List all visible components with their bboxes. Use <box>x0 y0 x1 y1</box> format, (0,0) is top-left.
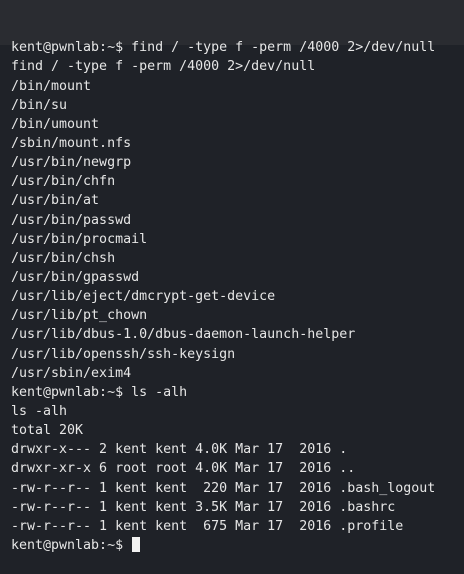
terminal-line: /usr/bin/gpasswd <box>11 270 140 285</box>
terminal-line: /usr/lib/openssh/ssh-keysign <box>11 346 236 362</box>
terminal-line: /sbin/mount.nfs <box>11 136 132 152</box>
prompt: kent@pwnlab:~$ <box>11 537 132 553</box>
terminal-line: /usr/bin/newgrp <box>11 155 132 171</box>
terminal-output[interactable]: kent@pwnlab:~$ find / -type f -perm /400… <box>11 0 435 574</box>
terminal-line: ls -alh <box>11 403 68 419</box>
terminal-line: /bin/su <box>11 97 68 113</box>
terminal-line: kent@pwnlab:~$ find / -type f -perm /400… <box>11 40 436 56</box>
terminal-line: drwxr-x--- 2 kent kent 4.0K Mar 17 2016 … <box>11 442 348 458</box>
terminal-line: /bin/umount <box>11 116 100 132</box>
terminal-line: /usr/bin/passwd <box>11 212 132 228</box>
terminal-line: /usr/lib/dbus-1.0/dbus-daemon-launch-hel… <box>11 327 356 343</box>
terminal-prompt-line[interactable]: kent@pwnlab:~$ <box>11 536 435 555</box>
terminal-line: /usr/bin/chfn <box>11 174 116 190</box>
terminal-line: drwxr-xr-x 6 root root 4.0K Mar 17 2016 … <box>11 461 356 477</box>
terminal-line: /usr/bin/at <box>11 193 100 209</box>
terminal-line: -rw-r--r-- 1 kent kent 675 Mar 17 2016 .… <box>11 518 404 534</box>
terminal-line: -rw-r--r-- 1 kent kent 3.5K Mar 17 2016 … <box>11 499 396 515</box>
cursor <box>132 536 141 552</box>
terminal-line: total 20K <box>11 423 84 439</box>
terminal-line: /usr/lib/eject/dmcrypt-get-device <box>11 289 276 305</box>
terminal-line: /usr/bin/procmail <box>11 231 148 247</box>
terminal-line: /usr/bin/chsh <box>11 250 116 266</box>
terminal-line: find / -type f -perm /4000 2>/dev/null <box>11 59 316 75</box>
terminal-line: /bin/mount <box>11 78 92 94</box>
terminal-line: /usr/lib/pt_chown <box>11 308 148 324</box>
terminal-line: /usr/sbin/exim4 <box>11 365 132 381</box>
terminal-line: -rw-r--r-- 1 kent kent 220 Mar 17 2016 .… <box>11 480 436 496</box>
terminal-line: kent@pwnlab:~$ ls -alh <box>11 384 188 400</box>
